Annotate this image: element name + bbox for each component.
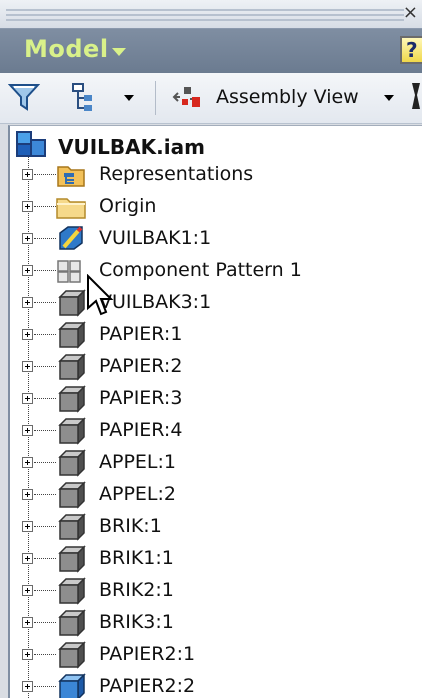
toolbar-divider — [155, 81, 156, 115]
expand-icon[interactable] — [22, 393, 33, 404]
expand-icon[interactable] — [22, 489, 33, 500]
folder-icon — [56, 198, 86, 219]
tree-root-label: VUILBAK.iam — [58, 135, 205, 159]
expand-icon[interactable] — [22, 457, 33, 468]
tree-options-chevron-icon[interactable] — [124, 95, 134, 101]
close-icon[interactable]: × — [403, 3, 418, 23]
expand-icon[interactable] — [22, 649, 33, 660]
tree-item-component-pattern[interactable]: Component Pattern 1 — [10, 256, 422, 286]
assembly-view-dropdown[interactable]: Assembly View — [170, 81, 359, 113]
component-pattern-icon — [57, 260, 81, 283]
tree-item-brik3-1[interactable]: BRIK3:1 — [10, 608, 422, 638]
expand-icon[interactable] — [22, 233, 33, 244]
help-button[interactable]: ? — [400, 36, 422, 64]
expand-icon[interactable] — [22, 553, 33, 564]
tool-icon[interactable] — [406, 81, 422, 113]
tree-item-label: Origin — [99, 195, 157, 217]
assembly-icon — [16, 131, 46, 157]
expand-icon[interactable] — [22, 297, 33, 308]
tree-item-papier-3[interactable]: PAPIER:3 — [10, 384, 422, 414]
expand-icon[interactable] — [22, 617, 33, 628]
tree-item-papier2-1[interactable]: PAPIER2:1 — [10, 640, 422, 670]
tree-item-papier-4[interactable]: PAPIER:4 — [10, 416, 422, 446]
tree-item-label: BRIK2:1 — [99, 579, 174, 601]
tree-item-label: PAPIER:4 — [99, 419, 183, 441]
model-browser-panel: × Model ? Assembly View VUILBAK.iam Repr… — [0, 0, 422, 698]
tree-item-papier-1[interactable]: PAPIER:1 — [10, 320, 422, 350]
part-icon — [58, 289, 86, 317]
expand-icon[interactable] — [22, 329, 33, 340]
expand-icon[interactable] — [22, 201, 33, 212]
part-icon — [58, 513, 86, 541]
tree-item-vuilbak3[interactable]: VUILBAK3:1 — [10, 288, 422, 318]
part-icon — [58, 481, 86, 509]
tree-item-label: Component Pattern 1 — [99, 259, 302, 281]
tree-item-label: BRIK:1 — [99, 515, 162, 537]
part-icon — [58, 577, 86, 605]
part-icon — [58, 385, 86, 413]
tree-root-row[interactable]: VUILBAK.iam — [10, 130, 422, 160]
tree-item-label: VUILBAK3:1 — [99, 291, 212, 313]
expand-icon[interactable] — [22, 681, 33, 692]
panel-title[interactable]: Model — [24, 35, 109, 63]
assembly-view-icon — [172, 87, 200, 107]
expand-icon[interactable] — [22, 585, 33, 596]
edit-part-icon — [59, 226, 83, 250]
tree-item-appel-2[interactable]: APPEL:2 — [10, 480, 422, 510]
tree-item-label: PAPIER2:2 — [99, 675, 196, 697]
assembly-view-label: Assembly View — [216, 86, 359, 108]
tree-item-papier-2[interactable]: PAPIER:2 — [10, 352, 422, 382]
tree-item-vuilbak1[interactable]: VUILBAK1:1 — [10, 224, 422, 254]
expand-icon[interactable] — [22, 425, 33, 436]
part-icon — [58, 641, 86, 669]
assembly-view-chevron-icon[interactable] — [384, 95, 394, 101]
tree-item-label: PAPIER:3 — [99, 387, 183, 409]
expand-icon[interactable] — [22, 265, 33, 276]
tree-item-brik-1[interactable]: BRIK:1 — [10, 512, 422, 542]
tree-item-representations[interactable]: Representations — [10, 160, 422, 190]
tree-item-label: VUILBAK1:1 — [99, 227, 212, 249]
part-icon — [58, 545, 86, 573]
tree-item-appel-1[interactable]: APPEL:1 — [10, 448, 422, 478]
tree-item-label: APPEL:1 — [99, 451, 176, 473]
tree-item-label: BRIK1:1 — [99, 547, 174, 569]
tree-structure-icon[interactable] — [70, 81, 102, 113]
tree-item-label: PAPIER:1 — [99, 323, 183, 345]
mouse-cursor-icon — [87, 274, 114, 316]
model-tree: VUILBAK.iam Representations Origin VUILB… — [8, 125, 422, 698]
filter-icon[interactable] — [8, 81, 40, 113]
part-icon — [58, 609, 86, 637]
tree-item-label: BRIK3:1 — [99, 611, 174, 633]
part-icon — [58, 321, 86, 349]
part-icon — [58, 449, 86, 477]
blue-part-icon — [58, 673, 86, 698]
part-icon — [58, 353, 86, 381]
representations-icon — [57, 166, 85, 187]
tree-item-brik2-1[interactable]: BRIK2:1 — [10, 576, 422, 606]
expand-icon[interactable] — [22, 169, 33, 180]
tree-item-label: PAPIER:2 — [99, 355, 183, 377]
tree-item-origin[interactable]: Origin — [10, 192, 422, 222]
expand-icon[interactable] — [22, 521, 33, 532]
tree-item-brik1-1[interactable]: BRIK1:1 — [10, 544, 422, 574]
browser-toolbar: Assembly View — [0, 73, 422, 124]
tree-item-label: PAPIER2:1 — [99, 643, 196, 665]
tree-item-papier2-2[interactable]: PAPIER2:2 — [10, 672, 422, 698]
panel-title-bar[interactable]: Model ? — [0, 28, 422, 74]
tree-item-label: Representations — [99, 163, 254, 185]
expand-icon[interactable] — [22, 361, 33, 372]
chevron-down-icon[interactable] — [112, 48, 126, 56]
panel-grip[interactable]: × — [0, 0, 422, 28]
part-icon — [58, 417, 86, 445]
tree-item-label: APPEL:2 — [99, 483, 176, 505]
